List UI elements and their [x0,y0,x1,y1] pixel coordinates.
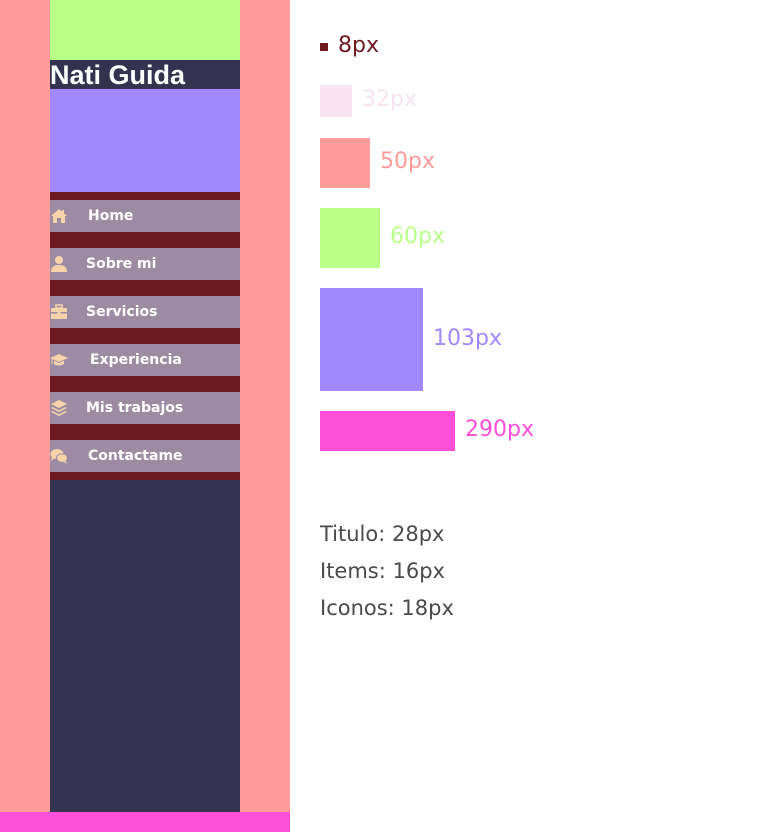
sidebar-item-contactame[interactable]: Contactame [50,440,240,472]
legend-label-60: 60px [390,224,445,249]
graduation-cap-icon [50,351,68,369]
legend-label-32: 32px [362,87,417,112]
layers-icon [50,399,68,417]
sidebar-item-home[interactable]: Home [50,200,240,232]
spec-title-size: Titulo: 28px [320,522,445,546]
legend-label-103: 103px [433,326,502,351]
legend-swatch-32 [320,85,352,117]
legend-label-290: 290px [465,417,534,442]
sidebar-item-label: Experiencia [90,352,182,368]
sidebar-item-servicios[interactable]: Servicios [50,296,240,328]
comments-icon [50,447,68,465]
legend-swatch-103 [320,288,423,391]
legend-label-50: 50px [380,149,435,174]
sidebar: Nati Guida Home Sobre mi Servicios Exper… [50,0,240,812]
bottom-bar [0,812,290,832]
sidebar-item-label: Mis trabajos [86,400,184,416]
avatar-block [50,89,240,192]
sidebar-item-sobre-mi[interactable]: Sobre mi [50,248,240,280]
sidebar-nav: Home Sobre mi Servicios Experiencia Mis … [50,192,240,480]
spec-items-size: Items: 16px [320,559,445,583]
legend-swatch-50 [320,138,370,188]
sidebar-item-label: Home [88,208,134,224]
legend-swatch-8 [320,43,328,51]
top-spacer-block [50,0,240,60]
legend-label-8: 8px [338,33,379,58]
sidebar-item-label: Servicios [86,304,158,320]
sidebar-item-mis-trabajos[interactable]: Mis trabajos [50,392,240,424]
home-icon [50,207,68,225]
sidebar-item-label: Sobre mi [86,256,157,272]
legend-swatch-60 [320,208,380,268]
briefcase-icon [50,303,68,321]
site-title: Nati Guida [50,60,186,90]
sidebar-item-label: Contactame [88,448,183,464]
spec-icons-size: Iconos: 18px [320,596,454,620]
sidebar-item-experiencia[interactable]: Experiencia [50,344,240,376]
user-icon [50,255,68,273]
legend-swatch-290 [320,411,455,451]
